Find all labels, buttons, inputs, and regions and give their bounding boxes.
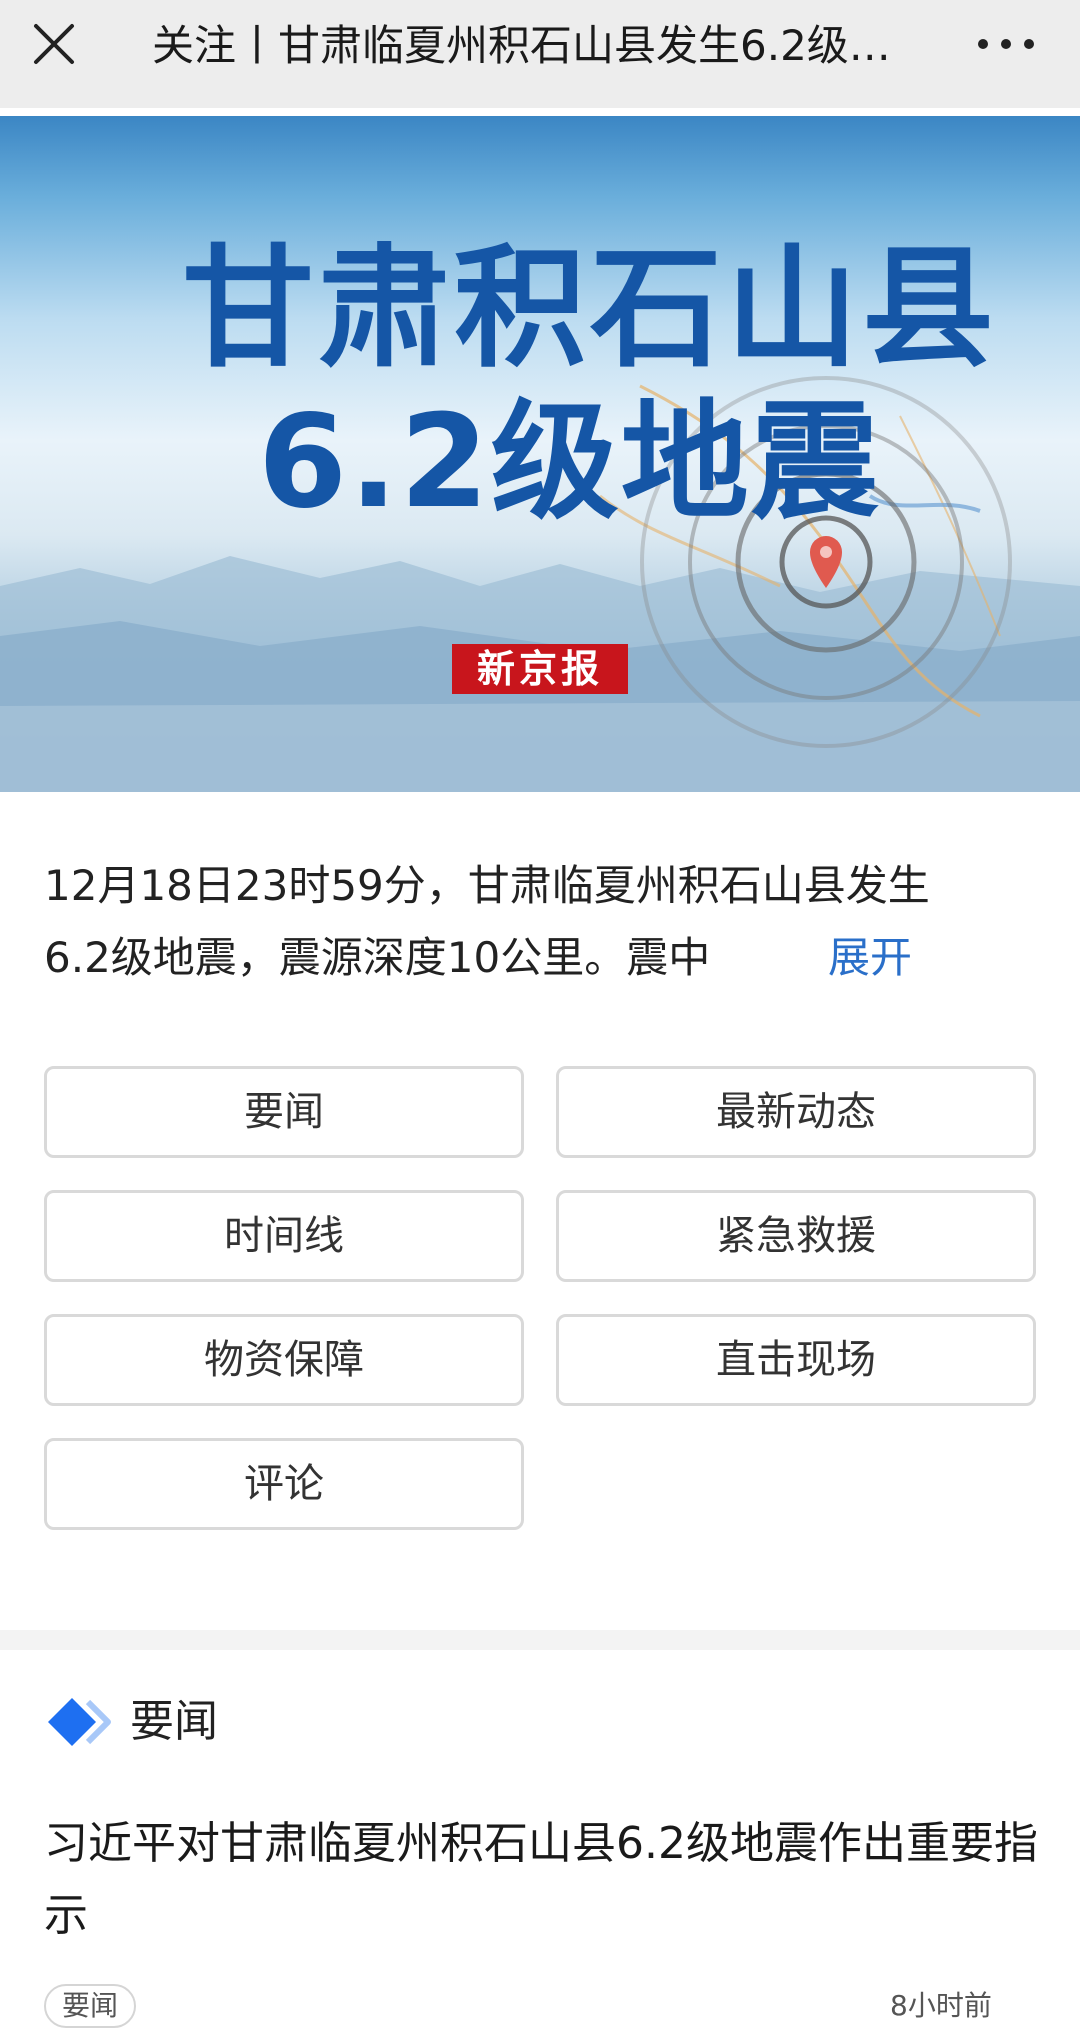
- map-pin-icon: [810, 536, 842, 588]
- more-dot-icon: [1024, 39, 1034, 49]
- tab-headline-news[interactable]: 要闻: [44, 1066, 524, 1158]
- news-timestamp: 8小时前: [890, 1989, 992, 2022]
- tab-timeline[interactable]: 时间线: [44, 1190, 524, 1282]
- tab-latest-updates[interactable]: 最新动态: [556, 1066, 1036, 1158]
- tab-comments[interactable]: 评论: [44, 1438, 524, 1530]
- news-tag-badge: 要闻: [44, 1984, 136, 2028]
- page-title: 关注丨甘肃临夏州积石山县发生6.2级地震: [152, 21, 912, 70]
- brand-logo: 新京报: [452, 644, 628, 694]
- close-button[interactable]: [30, 20, 78, 68]
- article-summary: 12月18日23时59分，甘肃临夏州积石山县发生 6.2级地震，震源深度10公里…: [44, 850, 1044, 994]
- expand-link[interactable]: 展开: [804, 922, 913, 994]
- more-dot-icon: [978, 39, 988, 49]
- more-button[interactable]: [978, 22, 1034, 66]
- banner-headline: 6.2级地震: [258, 388, 881, 537]
- tab-emergency-rescue[interactable]: 紧急救援: [556, 1190, 1036, 1282]
- tab-supplies[interactable]: 物资保障: [44, 1314, 524, 1406]
- banner-headline: 甘肃积石山县: [182, 232, 998, 386]
- diamond-icon: [44, 1694, 116, 1750]
- banner-image: 甘肃积石山县 6.2级地震 新京报: [0, 116, 1080, 792]
- close-icon: [34, 24, 74, 64]
- news-item-title[interactable]: 习近平对甘肃临夏州积石山县6.2级地震作出重要指示: [44, 1808, 1044, 1952]
- section-divider: [0, 1630, 1080, 1650]
- top-bar: 关注丨甘肃临夏州积石山县发生6.2级地震: [0, 0, 1080, 108]
- more-dot-icon: [1001, 39, 1011, 49]
- section-title: 要闻: [130, 1696, 218, 1747]
- tab-on-site[interactable]: 直击现场: [556, 1314, 1036, 1406]
